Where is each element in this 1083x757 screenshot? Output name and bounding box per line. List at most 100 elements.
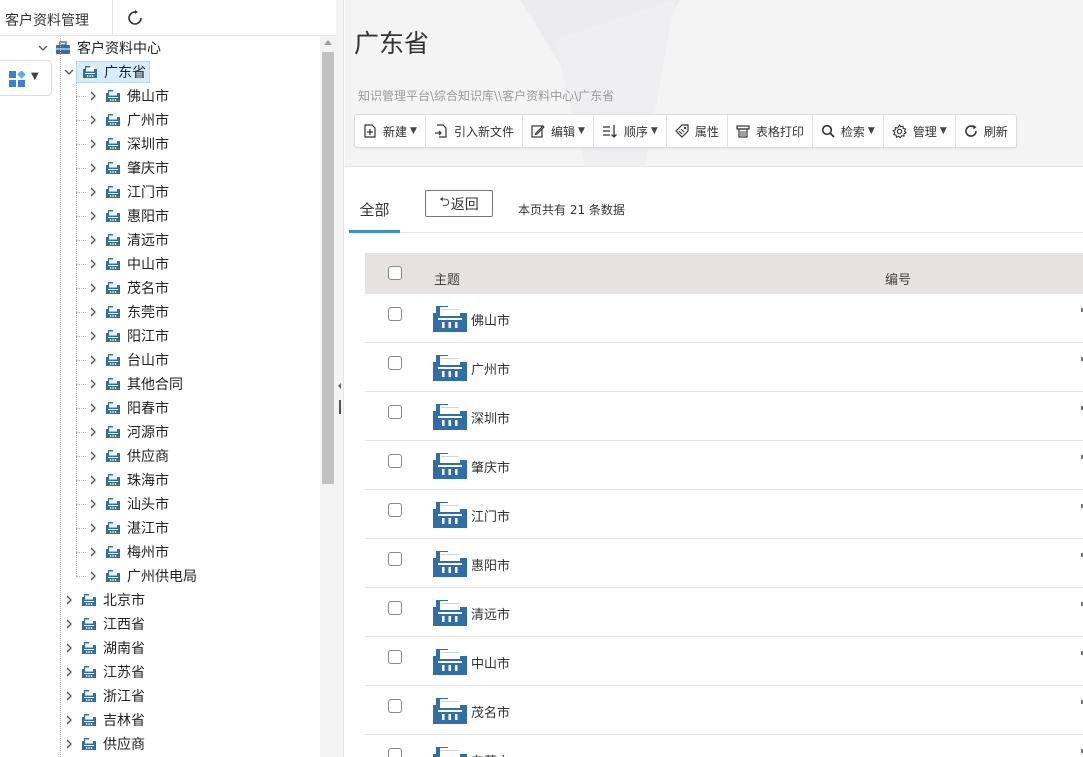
tree-node-label-wrap[interactable]: 河源市 xyxy=(100,421,172,443)
tree-node-label-wrap[interactable]: 湖南省 xyxy=(76,637,148,659)
tree-node[interactable]: 江门市 xyxy=(86,180,172,204)
row-subject-link[interactable]: 惠阳市 xyxy=(471,555,510,574)
chevron-down-icon[interactable] xyxy=(62,65,76,79)
tree-node[interactable]: 供应商 xyxy=(62,732,148,756)
tree-node[interactable]: 清远市 xyxy=(86,228,172,252)
row-checkbox[interactable] xyxy=(388,307,402,321)
chevron-right-icon[interactable] xyxy=(86,521,100,535)
chevron-right-icon[interactable] xyxy=(62,713,76,727)
tree-node-label-wrap[interactable]: 阳江市 xyxy=(100,325,172,347)
collapse-arrow-icon[interactable] xyxy=(338,383,341,389)
chevron-right-icon[interactable] xyxy=(62,689,76,703)
row-subject-link[interactable]: 清远市 xyxy=(471,604,510,623)
row-checkbox[interactable] xyxy=(388,650,402,664)
tree-node-label-wrap[interactable]: 北京市 xyxy=(76,589,148,611)
toolbar-button-new-file[interactable]: 新建 ▼ xyxy=(355,115,426,147)
tree-node[interactable]: 吉林省 xyxy=(62,708,148,732)
tree-node[interactable]: 阳江市 xyxy=(86,324,172,348)
tree-node-label-wrap[interactable]: 清远市 xyxy=(100,229,172,251)
chevron-right-icon[interactable] xyxy=(86,137,100,151)
chevron-right-icon[interactable] xyxy=(62,737,76,751)
tree-node[interactable]: 其他合同 xyxy=(86,372,186,396)
tree-node-label-wrap[interactable]: 汕头市 xyxy=(100,493,172,515)
chevron-right-icon[interactable] xyxy=(62,593,76,607)
row-checkbox[interactable] xyxy=(388,699,402,713)
tree-scrollbar[interactable] xyxy=(320,36,336,757)
chevron-right-icon[interactable] xyxy=(86,401,100,415)
splitter-grip[interactable] xyxy=(339,400,341,414)
chevron-right-icon[interactable] xyxy=(86,89,100,103)
chevron-right-icon[interactable] xyxy=(86,377,100,391)
tree-node-label-wrap[interactable]: 东莞市 xyxy=(100,301,172,323)
tree-node[interactable]: 中山市 xyxy=(86,252,172,276)
tree-node-label-wrap[interactable]: 吉林省 xyxy=(76,709,148,731)
toolbar-button-tag[interactable]: 属性 xyxy=(667,115,728,147)
tree-node-label-wrap[interactable]: 江西省 xyxy=(76,613,148,635)
table-row[interactable]: 惠阳市 xyxy=(365,539,1083,588)
chevron-right-icon[interactable] xyxy=(62,641,76,655)
chevron-right-icon[interactable] xyxy=(86,425,100,439)
table-row[interactable]: 江门市 xyxy=(365,490,1083,539)
row-checkbox[interactable] xyxy=(388,503,402,517)
row-checkbox[interactable] xyxy=(388,552,402,566)
tree-node[interactable]: 供应商 xyxy=(86,444,172,468)
tree-node-label-wrap[interactable]: 浙江省 xyxy=(76,685,148,707)
table-row[interactable]: 茂名市 xyxy=(365,686,1083,735)
row-subject-link[interactable]: 东莞市 xyxy=(471,751,510,757)
row-checkbox[interactable] xyxy=(388,356,402,370)
scrollbar-thumb[interactable] xyxy=(322,52,334,484)
tree-node-label-wrap[interactable]: 珠海市 xyxy=(100,469,172,491)
tree-node-label-wrap[interactable]: 客户资料中心 xyxy=(50,37,164,59)
chevron-right-icon[interactable] xyxy=(86,161,100,175)
tree-node[interactable]: 江苏省 xyxy=(62,660,148,684)
row-subject-link[interactable]: 江门市 xyxy=(471,506,510,525)
scroll-up-icon[interactable] xyxy=(324,40,332,45)
table-row[interactable]: 佛山市 xyxy=(365,294,1083,343)
toolbar-button-search[interactable]: 检索 ▼ xyxy=(813,115,884,147)
chevron-right-icon[interactable] xyxy=(62,665,76,679)
chevron-down-icon[interactable] xyxy=(36,41,50,55)
tree-node-label-wrap[interactable]: 阳春市 xyxy=(100,397,172,419)
tree-node-label-wrap[interactable]: 惠阳市 xyxy=(100,205,172,227)
chevron-right-icon[interactable] xyxy=(86,497,100,511)
row-subject-link[interactable]: 佛山市 xyxy=(471,310,510,329)
row-checkbox[interactable] xyxy=(388,454,402,468)
row-checkbox[interactable] xyxy=(388,405,402,419)
chevron-right-icon[interactable] xyxy=(86,473,100,487)
tree-node[interactable]: 广东省 xyxy=(62,60,150,84)
tree-node[interactable]: 东莞市 xyxy=(86,300,172,324)
tree-node-label-wrap[interactable]: 其他合同 xyxy=(100,373,186,395)
tree-node[interactable]: 阳春市 xyxy=(86,396,172,420)
table-row[interactable]: 深圳市 xyxy=(365,392,1083,441)
tree-node-label-wrap[interactable]: 供应商 xyxy=(100,445,172,467)
tree-node[interactable]: 惠阳市 xyxy=(86,204,172,228)
tree-node[interactable]: 梅州市 xyxy=(86,540,172,564)
tree-node-label-wrap[interactable]: 肇庆市 xyxy=(100,157,172,179)
refresh-tree-icon[interactable] xyxy=(126,9,144,27)
tree-node-label-wrap[interactable]: 台山市 xyxy=(100,349,172,371)
select-all-checkbox[interactable] xyxy=(388,266,402,280)
view-switch-button[interactable]: ▼ xyxy=(0,60,52,96)
toolbar-button-sort[interactable]: 顺序 ▼ xyxy=(594,115,667,147)
tree-node[interactable]: 河源市 xyxy=(86,420,172,444)
chevron-right-icon[interactable] xyxy=(62,617,76,631)
tree-node-label-wrap[interactable]: 供应商 xyxy=(76,733,148,755)
panel-splitter[interactable] xyxy=(336,0,344,757)
row-subject-link[interactable]: 肇庆市 xyxy=(471,457,510,476)
chevron-right-icon[interactable] xyxy=(86,569,100,583)
tree-node-label-wrap[interactable]: 江苏省 xyxy=(76,661,148,683)
tree-node-label-wrap[interactable]: 茂名市 xyxy=(100,277,172,299)
toolbar-button-import-file[interactable]: 引入新文件 xyxy=(426,115,523,147)
tree-node-label-wrap[interactable]: 深圳市 xyxy=(100,133,172,155)
table-row[interactable]: 广州市 xyxy=(365,343,1083,392)
row-subject-link[interactable]: 中山市 xyxy=(471,653,510,672)
table-row[interactable]: 肇庆市 xyxy=(365,441,1083,490)
tree-node[interactable]: 深圳市 xyxy=(86,132,172,156)
toolbar-button-edit[interactable]: 编辑 ▼ xyxy=(523,115,594,147)
tree-node[interactable]: 江西省 xyxy=(62,612,148,636)
toolbar-button-refresh[interactable]: 刷新 xyxy=(956,115,1016,147)
tree-node-label-wrap[interactable]: 广东省 xyxy=(76,61,150,83)
row-checkbox[interactable] xyxy=(388,601,402,615)
tab-all[interactable]: 全部 xyxy=(349,190,400,233)
table-row[interactable]: 中山市 xyxy=(365,637,1083,686)
